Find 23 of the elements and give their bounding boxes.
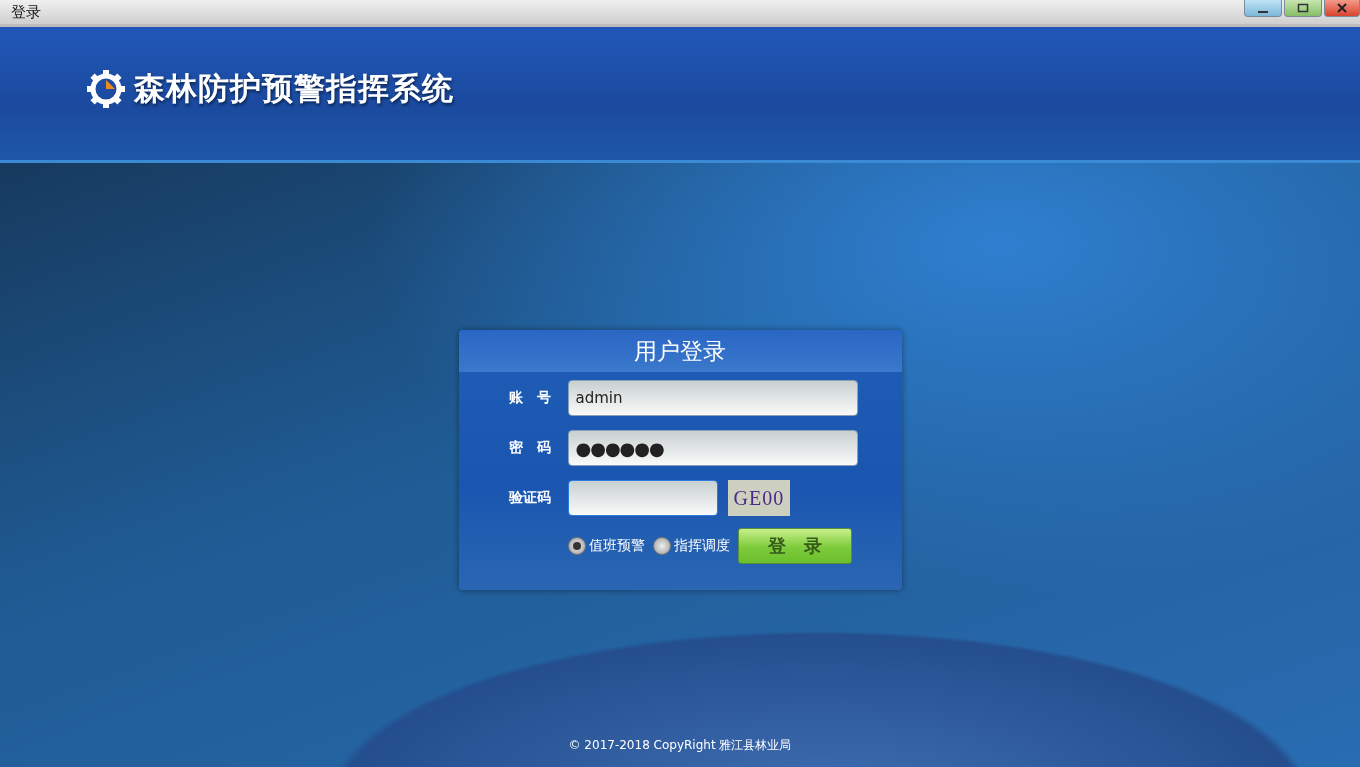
copyright-text: © 2017-2018 CopyRight 雅江县林业局 (568, 738, 792, 752)
field-label: 验证码 (507, 489, 552, 507)
captcha-field[interactable] (567, 480, 718, 516)
minimize-icon (1258, 11, 1268, 13)
login-button[interactable]: 登 录 (737, 528, 852, 564)
password-field[interactable]: ●●●●●● (567, 430, 858, 466)
system-name: 森林防护预警指挥系统 (134, 68, 454, 108)
radio-label[interactable]: 指挥调度 (673, 537, 730, 555)
window-title: 登录 (10, 2, 41, 22)
panel-title: 用户登录 (634, 336, 726, 366)
field-label: 密 码 (507, 439, 552, 457)
username-field[interactable]: admin (567, 380, 858, 416)
radio-label[interactable]: 值班预警 (588, 537, 645, 555)
gear-logo-icon (86, 68, 126, 109)
field-label: 账 号 (507, 389, 552, 407)
captcha-image[interactable]: GE00 (727, 480, 791, 516)
radio-button[interactable] (567, 537, 586, 555)
maximize-icon (1297, 3, 1309, 13)
minimize-button[interactable] (1244, 0, 1282, 17)
maximize-button[interactable] (1284, 0, 1322, 17)
close-button[interactable] (1324, 0, 1360, 17)
close-icon (1336, 3, 1348, 13)
radio-button[interactable] (652, 537, 671, 555)
